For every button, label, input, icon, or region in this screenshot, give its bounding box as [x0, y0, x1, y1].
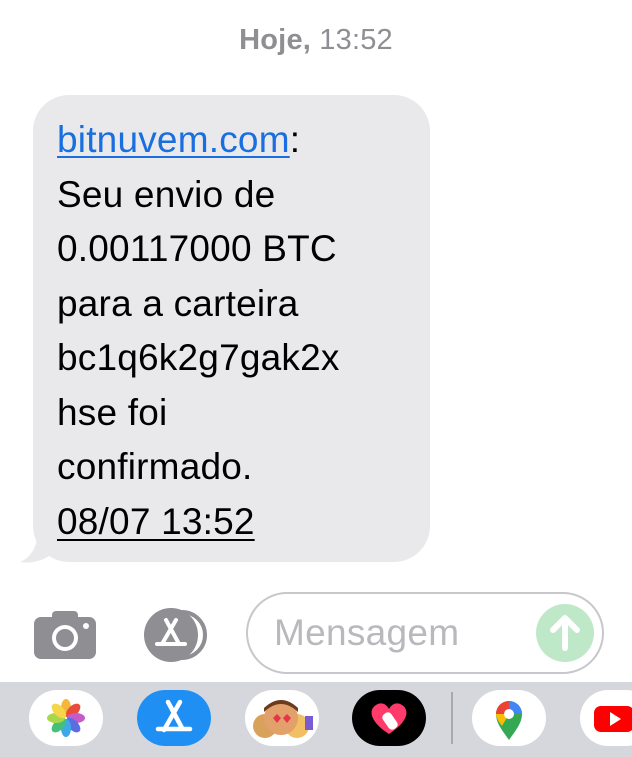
message-text: bitnuvem.com: Seu envio de 0.00117000 BT…: [57, 113, 417, 549]
message-line: hse foi: [57, 391, 168, 433]
message-line: bc1q6k2g7gak2x: [57, 337, 340, 378]
sender-link[interactable]: bitnuvem.com: [57, 119, 290, 160]
compose-bar: Mensagem: [0, 588, 632, 678]
conversation-timestamp: Hoje, 13:52: [0, 24, 632, 57]
app-store-button-icon[interactable]: [138, 606, 214, 664]
app-drawer: [0, 682, 632, 757]
message-line: confirmado.: [57, 446, 253, 487]
photos-icon[interactable]: [29, 690, 103, 746]
message-line: Seu envio de: [57, 173, 276, 215]
date-link[interactable]: 08/07 13:52: [57, 501, 255, 542]
send-button[interactable]: [536, 604, 594, 662]
link-colon: :: [289, 119, 301, 160]
message-input[interactable]: Mensagem: [246, 592, 604, 674]
youtube-icon[interactable]: [580, 690, 632, 746]
timestamp-day: Hoje,: [239, 24, 312, 56]
digital-touch-icon[interactable]: [352, 690, 426, 746]
camera-icon[interactable]: [34, 609, 96, 659]
google-maps-icon[interactable]: [472, 690, 546, 746]
memoji-icon[interactable]: [245, 690, 319, 746]
message-line: para a carteira: [57, 282, 299, 324]
drawer-divider: [451, 692, 453, 744]
message-line: 0.00117000 BTC: [57, 228, 337, 269]
app-store-icon[interactable]: [137, 690, 211, 746]
arrow-up-icon: [550, 615, 580, 651]
message-placeholder: Mensagem: [274, 612, 460, 653]
timestamp-time: 13:52: [319, 24, 393, 56]
